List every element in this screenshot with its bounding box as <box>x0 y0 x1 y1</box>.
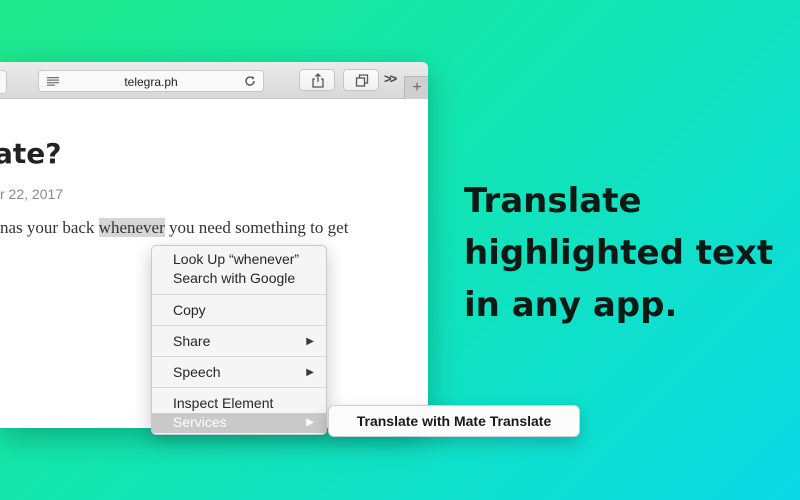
body-text-after: you need something to get <box>164 218 349 237</box>
menu-item-share[interactable]: Share <box>173 333 210 349</box>
headline-line-3: in any app. <box>464 285 678 325</box>
reload-icon[interactable] <box>243 74 257 88</box>
address-url: telegra.ph <box>124 75 178 89</box>
submenu-arrow-icon: ▶ <box>306 336 314 347</box>
headline-line-1: Translate <box>464 181 642 221</box>
address-bar[interactable]: telegra.ph <box>38 70 264 92</box>
menu-item-look-up[interactable]: Look Up “whenever” <box>173 251 299 267</box>
menu-item-copy[interactable]: Copy <box>173 302 206 318</box>
menu-separator <box>152 356 326 357</box>
menu-item-services[interactable]: Services ▶ <box>152 413 326 433</box>
article-body: nas your back whenever you need somethin… <box>0 218 348 238</box>
article-title: ate? <box>0 137 62 170</box>
menu-item-speech[interactable]: Speech <box>173 364 220 380</box>
article-date: r 22, 2017 <box>0 186 64 202</box>
tabs-overview-button[interactable] <box>343 69 379 91</box>
menu-separator <box>152 325 326 326</box>
headline-line-2: highlighted text <box>464 233 774 273</box>
context-menu: Look Up “whenever” Search with Google Co… <box>151 245 327 435</box>
back-button[interactable] <box>0 70 7 94</box>
menu-separator <box>152 387 326 388</box>
body-text-before: nas your back <box>0 218 99 237</box>
promo-headline: Translate highlighted text in any app. <box>464 175 784 331</box>
services-label: Services <box>173 414 227 430</box>
submenu-arrow-icon: ▶ <box>306 417 314 428</box>
menu-item-search-google[interactable]: Search with Google <box>173 270 295 286</box>
share-button[interactable] <box>299 69 335 91</box>
new-tab-button[interactable]: + <box>404 76 428 99</box>
menu-item-inspect-element[interactable]: Inspect Element <box>173 395 273 411</box>
share-icon <box>312 73 324 88</box>
highlighted-word[interactable]: whenever <box>98 218 165 237</box>
menu-separator <box>152 294 326 295</box>
submenu-arrow-icon: ▶ <box>306 367 314 378</box>
tabs-icon <box>355 74 369 87</box>
more-toolbar-items-icon[interactable]: >> <box>384 71 397 86</box>
services-submenu-item-mate-translate[interactable]: Translate with Mate Translate <box>328 405 580 437</box>
browser-toolbar: telegra.ph >> + <box>0 62 428 99</box>
